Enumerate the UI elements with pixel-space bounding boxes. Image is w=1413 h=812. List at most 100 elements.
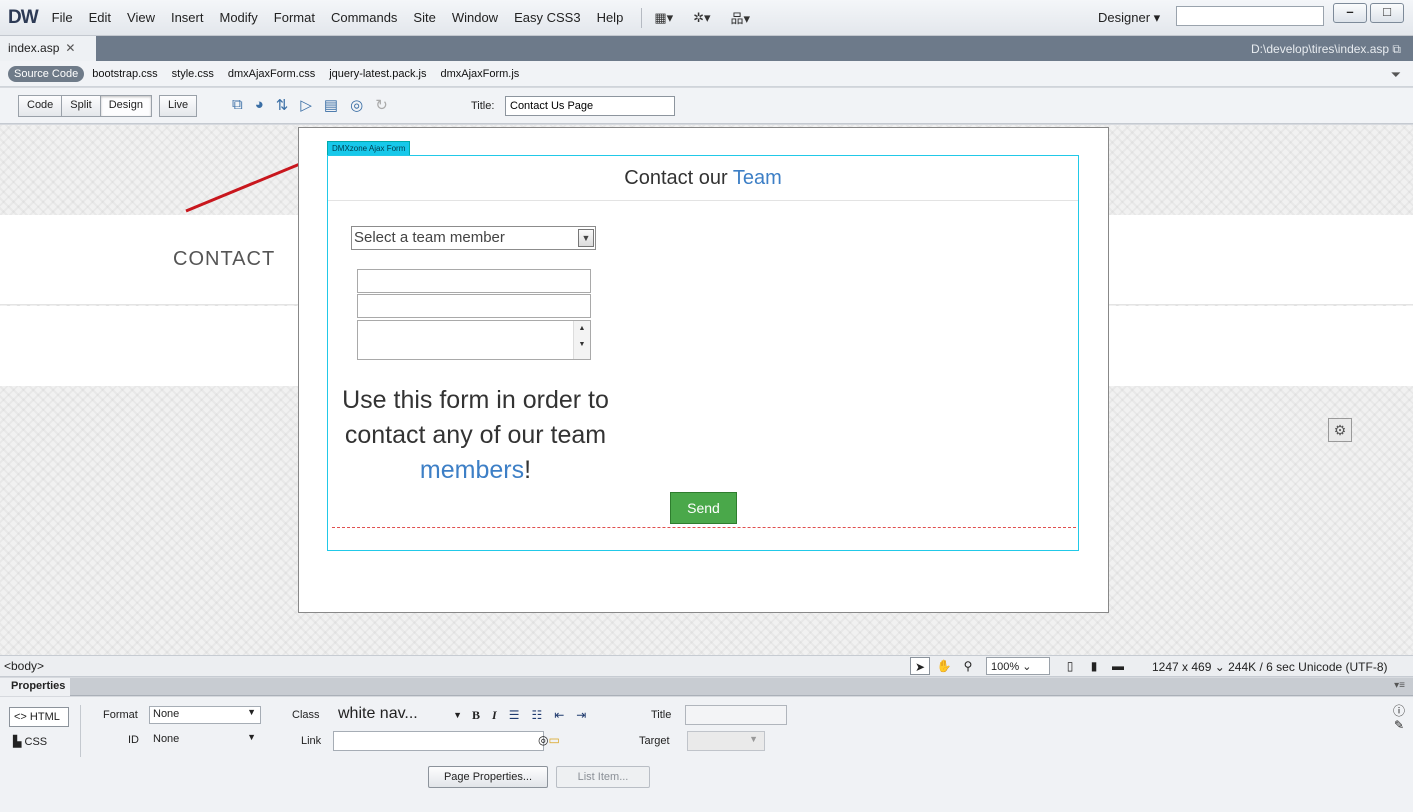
zoom-icon[interactable]: ⚲ (958, 657, 978, 675)
title-field[interactable] (685, 705, 787, 725)
link-tools: ◎▭ (538, 733, 560, 747)
list-item-button[interactable]: List Item... (556, 766, 650, 788)
split-view-button[interactable]: Split (61, 95, 101, 117)
properties-panel: <> HTML ▙ CSS Format None ▼ ID None ▼ Clas… (0, 697, 1413, 812)
italic-icon[interactable]: I (492, 708, 497, 723)
message-field[interactable]: ▲ ▼ (357, 320, 591, 360)
document-path: D:\develop\tires\index.asp ⧉ (1251, 42, 1401, 56)
name-field[interactable] (357, 269, 591, 293)
ajax-form[interactable]: Contact our Team Select a team member ▼ … (327, 155, 1079, 551)
properties-tab[interactable]: Properties (0, 678, 70, 696)
page-properties-button[interactable]: Page Properties... (428, 766, 548, 788)
css-icon: ▙ (13, 736, 22, 748)
indent-icon[interactable]: ⇥ (576, 708, 586, 723)
tablet-size-icon[interactable]: ▮ (1084, 657, 1104, 675)
menu-commands[interactable]: Commands (331, 10, 397, 25)
link-label: Link (301, 735, 322, 747)
title-label: Title: (471, 100, 495, 112)
close-icon[interactable]: ✕ (65, 41, 75, 55)
menu-format[interactable]: Format (274, 10, 315, 25)
related-files-bar: Source Code bootstrap.css style.css dmxA… (0, 61, 1413, 87)
id-select[interactable]: None ▼ (149, 731, 261, 749)
refresh-icon[interactable]: ↻ (375, 96, 388, 114)
w3c-validation-icon[interactable]: ▷ (300, 96, 312, 114)
code-view-button[interactable]: Code (18, 95, 63, 117)
send-button[interactable]: Send (670, 492, 737, 524)
format-select[interactable]: None ▼ (149, 706, 261, 724)
target-select[interactable]: ▼ (687, 731, 765, 751)
file-management-icon[interactable]: ⇅ (276, 96, 289, 114)
hand-icon[interactable]: ✋ (934, 657, 954, 675)
menu-edit[interactable]: Edit (89, 10, 111, 25)
menu-insert[interactable]: Insert (171, 10, 204, 25)
menu-modify[interactable]: Modify (219, 10, 257, 25)
tag-selector[interactable]: <body> (4, 659, 44, 673)
menu-easy-css3[interactable]: Easy CSS3 (514, 10, 580, 25)
chevron-down-icon: ▼ (578, 229, 594, 247)
css-mode-button[interactable]: ▙ CSS (9, 732, 69, 752)
related-file-source-code[interactable]: Source Code (8, 65, 85, 82)
maximize-button[interactable]: □ (1370, 3, 1404, 23)
menu-view[interactable]: View (127, 10, 155, 25)
related-file-dmxajaxform-js[interactable]: dmxAjaxForm.js (440, 68, 519, 80)
document-tab-bar: index.asp ✕ D:\develop\tires\index.asp ⧉ (0, 36, 1413, 61)
site-icon[interactable]: 品▾ (731, 8, 751, 27)
layout-icon[interactable]: ▦▾ (654, 10, 673, 26)
page-title-input[interactable] (505, 96, 675, 116)
menu-site[interactable]: Site (413, 10, 435, 25)
inspect-icon[interactable]: ◎ (350, 96, 363, 114)
menu-window[interactable]: Window (452, 10, 498, 25)
textarea-scrollbar[interactable]: ▲ ▼ (573, 321, 590, 359)
help-icon[interactable]: ⓘ (1393, 704, 1405, 718)
desktop-size-icon[interactable]: ▬ (1108, 657, 1128, 675)
ordered-list-icon[interactable]: ☷ (531, 708, 542, 723)
title-label: Title (651, 709, 672, 721)
outdent-icon[interactable]: ⇤ (554, 708, 564, 723)
html-mode-button[interactable]: <> HTML (9, 707, 69, 727)
multiscreen-icon[interactable]: ⧉ (232, 96, 243, 114)
design-view-button[interactable]: Design (99, 95, 152, 117)
extend-icon[interactable]: ✲▾ (693, 10, 710, 26)
related-file-style[interactable]: style.css (172, 68, 214, 80)
panel-help: ⓘ ✎ (1393, 704, 1405, 732)
class-select[interactable]: white nav... ▼ (338, 705, 466, 723)
select-value: Select a team member (354, 229, 505, 246)
design-view[interactable]: CONTACT DMXzone Ajax Form Contact our Te… (0, 125, 1413, 655)
link-input[interactable] (333, 731, 544, 751)
related-file-dmxajaxform-css[interactable]: dmxAjaxForm.css (228, 68, 315, 80)
id-label: ID (128, 734, 139, 746)
pointer-icon[interactable]: ➤ (910, 657, 930, 675)
related-file-jquery[interactable]: jquery-latest.pack.js (329, 68, 426, 80)
hidden-element-icon[interactable]: ⚙ (1328, 418, 1352, 442)
form-tag-label[interactable]: DMXzone Ajax Form (327, 141, 411, 156)
tab-label: index.asp (8, 41, 60, 55)
minimize-button[interactable]: – (1333, 3, 1367, 23)
unordered-list-icon[interactable]: ☰ (509, 708, 520, 723)
preview-browser-icon[interactable]: ◕ (255, 96, 264, 114)
form-title: Contact our Team (328, 156, 1078, 201)
description-accent: members (419, 456, 525, 484)
mobile-size-icon[interactable]: ▯ (1060, 657, 1080, 675)
related-file-bootstrap[interactable]: bootstrap.css (92, 68, 157, 80)
workspace-switcher[interactable]: Designer ▾ (1098, 10, 1160, 26)
filter-icon[interactable]: ⏷ (1391, 67, 1401, 83)
zoom-select[interactable]: 100% ⌄ (986, 657, 1050, 675)
folder-icon[interactable]: ▭ (548, 733, 559, 747)
point-to-file-icon[interactable]: ◎ (538, 733, 548, 747)
visual-aids-icon[interactable]: ▤ (324, 96, 338, 114)
menu-help[interactable]: Help (597, 10, 624, 25)
menu-file[interactable]: File (52, 10, 73, 25)
live-view-button[interactable]: Live (158, 95, 198, 117)
quick-tag-editor-icon[interactable]: ✎ (1394, 718, 1404, 732)
form-title-accent: Team (732, 167, 782, 189)
workspace-label: Designer (1098, 10, 1151, 25)
search-input[interactable] (1176, 6, 1324, 26)
tab-index-asp[interactable]: index.asp ✕ (0, 36, 96, 61)
bold-icon[interactable]: B (472, 708, 480, 723)
email-field[interactable] (357, 294, 591, 318)
form-end-marker (332, 527, 1076, 528)
team-member-select[interactable]: Select a team member ▼ (351, 226, 596, 250)
view-switcher: Code Split Design Live (18, 95, 198, 117)
form-description: Use this form in order to contact any of… (342, 386, 609, 484)
panel-menu-icon[interactable]: ▾≡ (1394, 680, 1405, 691)
